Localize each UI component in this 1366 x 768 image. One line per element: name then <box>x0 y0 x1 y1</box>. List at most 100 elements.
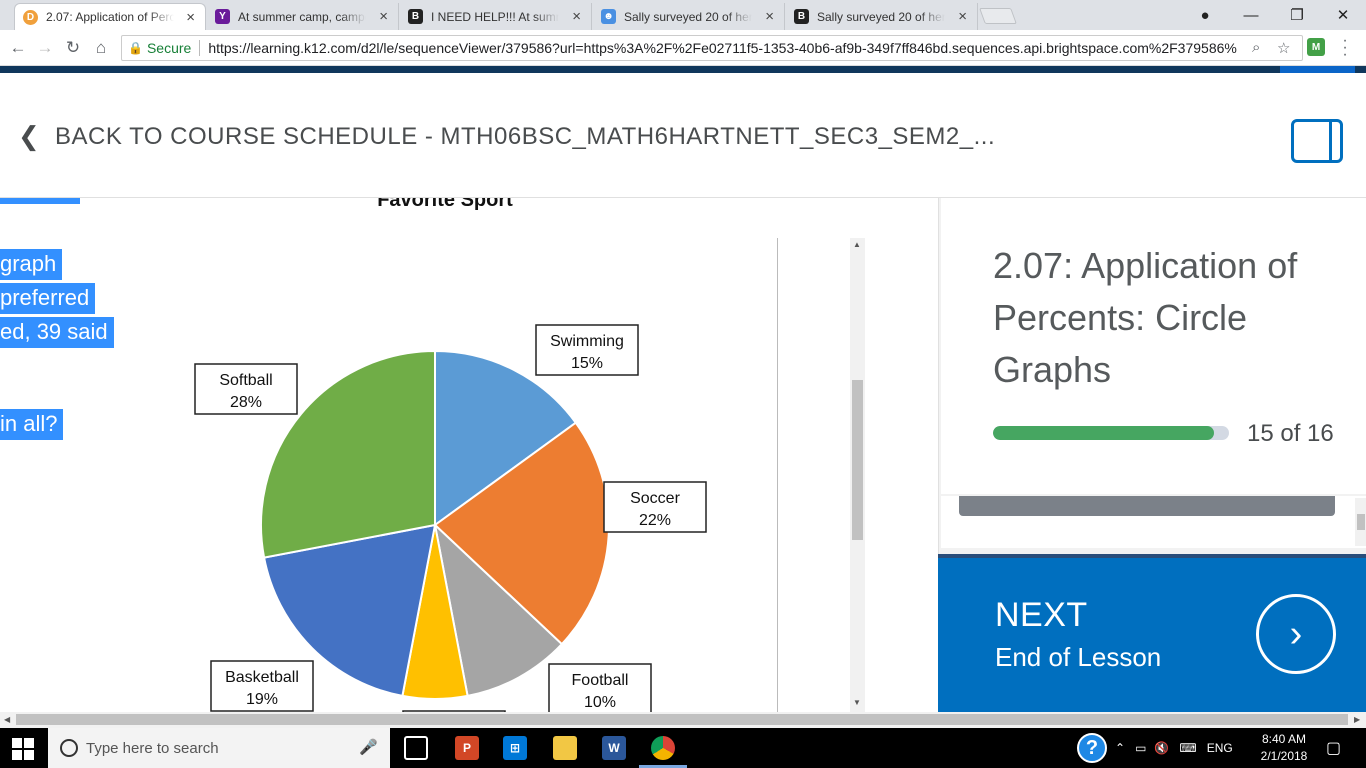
notifications-icon[interactable]: ▢ <box>1326 738 1341 758</box>
zoom-icon[interactable]: ⌕ <box>1252 39 1260 56</box>
tab-title: Sally surveyed 20 of her friends <box>817 9 945 24</box>
back-arrow-icon[interactable]: ← <box>7 37 29 59</box>
top-banner <box>0 66 1366 73</box>
search-icon <box>60 739 78 757</box>
taskbar-search[interactable]: Type here to search 🎤 <box>48 728 390 768</box>
tab-4[interactable]: ☻ Sally surveyed 20 of her friends × <box>593 3 785 30</box>
slice-name: Soccer <box>630 490 680 507</box>
chevron-up-icon[interactable]: ⌃ <box>1115 741 1125 755</box>
slice-name: Basketball <box>225 669 299 686</box>
profile-icon[interactable]: ● <box>1182 0 1228 30</box>
reload-icon[interactable]: ↻ <box>62 37 84 59</box>
slice-name: Swimming <box>550 333 624 350</box>
tab-2[interactable]: Y At summer camp, campers × <box>207 3 399 30</box>
browser-toolbar: ← → ↻ ⌂ 🔒 Secure https://learning.k12.co… <box>0 30 1366 66</box>
close-icon[interactable]: × <box>379 8 388 25</box>
content-scrollbar-thumb[interactable] <box>852 380 863 540</box>
windows-start-icon[interactable] <box>12 738 34 760</box>
close-icon[interactable]: × <box>186 9 195 26</box>
lock-icon: 🔒 <box>128 41 143 55</box>
lesson-card: 2.07: Application of Percents: Circle Gr… <box>941 198 1366 494</box>
tab-title: At summer camp, campers <box>238 9 366 24</box>
progress-fill <box>993 426 1215 440</box>
horizontal-scrollbar[interactable]: ◀ ▶ <box>0 712 1366 728</box>
powerpoint-icon[interactable]: P <box>455 736 479 760</box>
slice-value: 28% <box>230 394 262 411</box>
tab-1[interactable]: D 2.07: Application of Percents: Circle … <box>14 3 206 30</box>
close-icon[interactable]: × <box>572 8 581 25</box>
slice-value: 19% <box>246 691 278 708</box>
panel-toggle-icon[interactable] <box>1291 119 1343 163</box>
tab-title: 2.07: Application of Percents: Circle Gr… <box>46 10 174 24</box>
file-explorer-icon[interactable] <box>553 736 577 760</box>
slice-name: Softball <box>219 372 272 389</box>
address-bar[interactable]: 🔒 Secure https://learning.k12.com/d2l/le… <box>121 35 1303 61</box>
new-tab-button[interactable] <box>979 8 1017 24</box>
brainly-icon: B <box>408 9 423 24</box>
tab-3[interactable]: B I NEED HELP!!! At summer camp × <box>400 3 592 30</box>
search-placeholder: Type here to search <box>86 739 219 757</box>
lesson-content: graph preferred ed, 39 said in all? Swim… <box>0 198 938 712</box>
maximize-button[interactable]: ❐ <box>1274 0 1320 30</box>
scroll-down-icon[interactable]: ▼ <box>853 698 861 707</box>
people-icon: ☻ <box>601 9 616 24</box>
task-view-icon[interactable] <box>404 736 428 760</box>
language-indicator[interactable]: ENG <box>1207 741 1233 755</box>
home-icon[interactable]: ⌂ <box>90 37 112 59</box>
close-icon[interactable]: × <box>765 8 774 25</box>
store-icon[interactable]: ⊞ <box>503 736 527 760</box>
topic-scrollbar-thumb[interactable] <box>1357 514 1365 530</box>
close-icon[interactable]: × <box>958 8 967 25</box>
pie-chart: Swimming15%Soccer22%Football10%Cycling6%… <box>194 198 707 712</box>
lesson-title: 2.07: Application of Percents: Circle Gr… <box>993 245 1298 390</box>
menu-dots-icon[interactable]: · · · <box>1340 33 1350 63</box>
yahoo-icon: Y <box>215 9 230 24</box>
next-label: NEXT <box>995 596 1088 634</box>
next-sub-label: End of Lesson <box>995 642 1162 672</box>
tab-5[interactable]: B Sally surveyed 20 of her friends × <box>786 3 978 30</box>
progress-bar <box>993 426 1229 440</box>
microphone-icon[interactable]: 🎤 <box>359 738 378 756</box>
secure-label: Secure <box>146 40 192 56</box>
chrome-icon[interactable] <box>651 736 675 760</box>
extension-icon[interactable]: M <box>1307 38 1325 56</box>
scroll-left-icon[interactable]: ◀ <box>4 715 10 724</box>
clock-date: 2/1/2018 <box>1260 749 1308 763</box>
slice-value: 15% <box>571 355 603 372</box>
star-icon[interactable]: ☆ <box>1277 39 1290 57</box>
slice-value: 10% <box>584 694 616 711</box>
slice-label-swimming: Swimming 15% <box>535 324 639 376</box>
help-icon[interactable]: ? <box>1077 733 1107 763</box>
slice-label-soccer: Soccer 22% <box>603 481 707 533</box>
progress-count: 15 of 16 <box>1247 420 1334 447</box>
screen: D 2.07: Application of Percents: Circle … <box>0 0 1366 768</box>
slice-label-football: Football 10% <box>548 663 652 712</box>
topic-list-item[interactable] <box>959 496 1335 516</box>
window-controls: ● — ❐ ✕ <box>1182 0 1366 30</box>
slice-name: Football <box>572 672 629 689</box>
minimize-button[interactable]: — <box>1228 0 1274 30</box>
chevron-right-icon: › <box>1256 594 1336 674</box>
network-icon[interactable]: ▭ <box>1135 741 1146 755</box>
horizontal-scrollbar-thumb[interactable] <box>16 714 1348 725</box>
volume-muted-icon[interactable]: 🔇 <box>1154 741 1169 755</box>
system-tray: ⌃ ▭ 🔇 ⌨ ENG <box>1115 728 1233 768</box>
keyboard-icon[interactable]: ⌨ <box>1179 741 1196 755</box>
clock[interactable]: 8:40 AM 2/1/2018 <box>1252 731 1316 765</box>
next-button[interactable]: NEXT End of Lesson › <box>938 554 1366 712</box>
brightspace-icon: D <box>23 9 38 25</box>
chevron-left-icon[interactable]: ❮ <box>18 121 40 152</box>
url-text: https://learning.k12.com/d2l/le/sequence… <box>208 40 1239 56</box>
scroll-up-icon[interactable]: ▲ <box>853 240 861 249</box>
back-to-course-link[interactable]: BACK TO COURSE SCHEDULE - MTH06BSC_MATH6… <box>55 123 995 151</box>
tab-title: I NEED HELP!!! At summer camp <box>431 9 559 24</box>
slice-label-basketball: Basketball 19% <box>210 660 314 712</box>
clock-time: 8:40 AM <box>1261 732 1307 746</box>
taskbar: Type here to search 🎤 P ⊞ W ? ⌃ ▭ 🔇 ⌨ EN… <box>0 728 1366 768</box>
close-window-button[interactable]: ✕ <box>1320 0 1366 30</box>
course-header: ❮ BACK TO COURSE SCHEDULE - MTH06BSC_MAT… <box>0 73 1366 198</box>
scroll-right-icon[interactable]: ▶ <box>1354 715 1360 724</box>
forward-arrow-icon[interactable]: → <box>34 37 56 59</box>
brainly-icon: B <box>794 9 809 24</box>
word-icon[interactable]: W <box>602 736 626 760</box>
